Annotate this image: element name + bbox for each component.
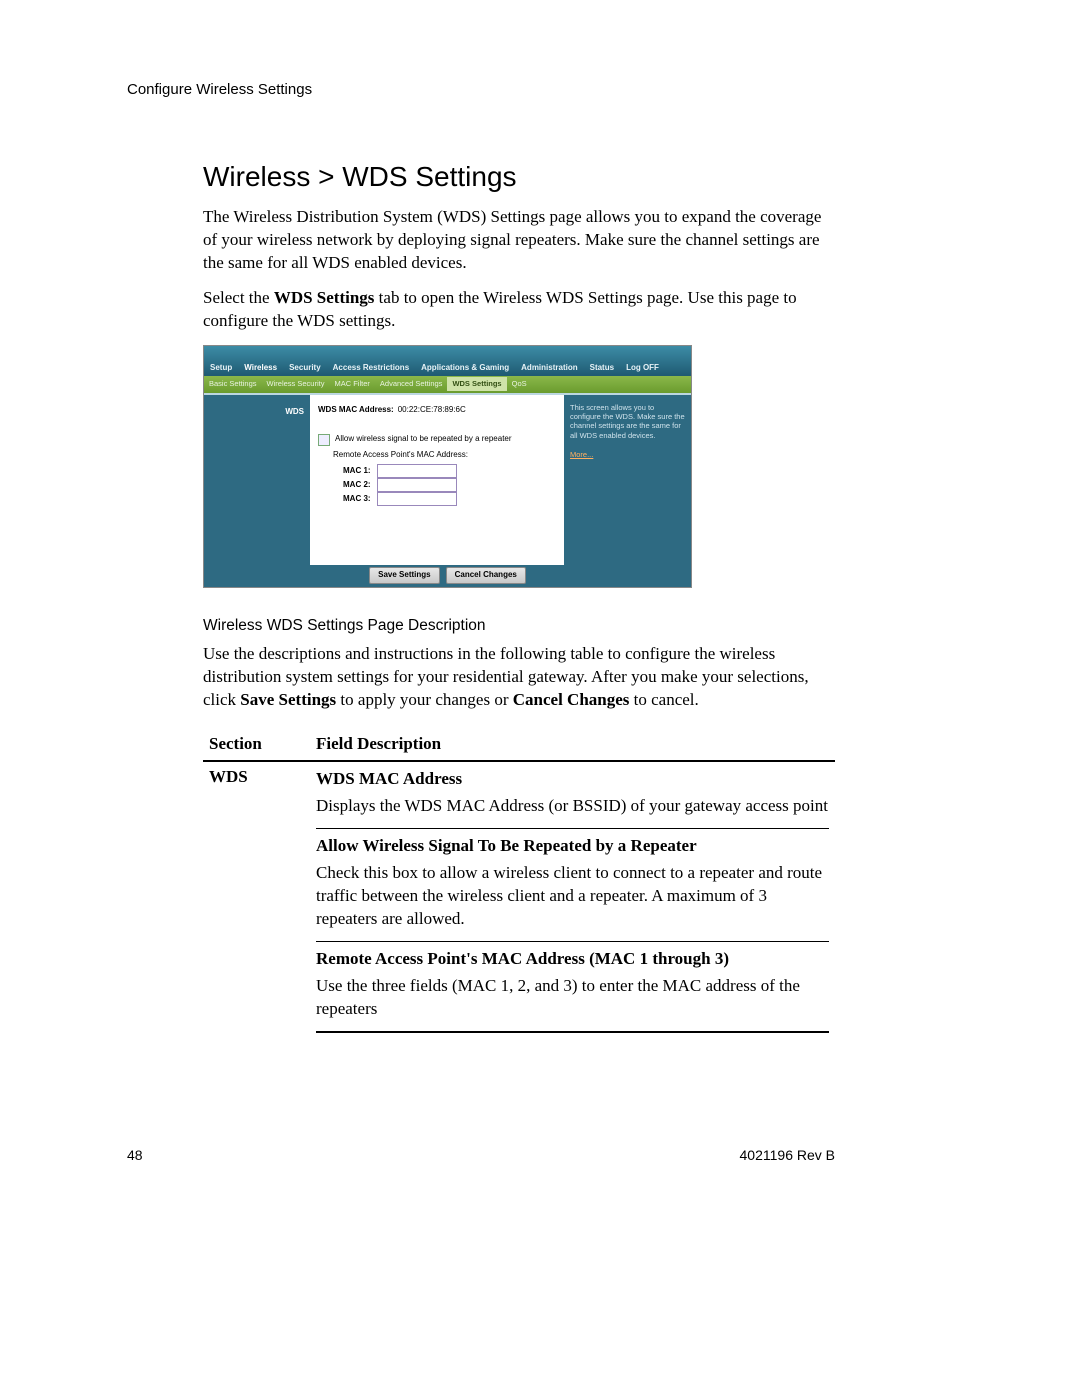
subtab-qos[interactable]: QoS	[507, 379, 532, 389]
subtab-wds-settings[interactable]: WDS Settings	[447, 377, 506, 391]
help-more-link[interactable]: More...	[570, 450, 593, 459]
tab-security[interactable]: Security	[283, 359, 327, 376]
intro2-bold: WDS Settings	[274, 288, 375, 307]
field-title-2: Allow Wireless Signal To Be Repeated by …	[316, 835, 829, 858]
remote-ap-label: Remote Access Point's MAC Address:	[333, 450, 468, 461]
field-text-3: Use the three fields (MAC 1, 2, and 3) t…	[316, 975, 829, 1021]
footer-page-number: 48	[127, 1146, 143, 1165]
router-button-bar: Save Settings Cancel Changes	[204, 565, 691, 587]
footer-revision: 4021196 Rev B	[740, 1146, 835, 1165]
intro-paragraph-1: The Wireless Distribution System (WDS) S…	[203, 206, 835, 275]
field-wds-mac-address: WDS MAC Address Displays the WDS MAC Add…	[316, 762, 829, 829]
wds-mac-value: 00:22:CE:78:89:6C	[398, 405, 466, 416]
field-description-table: Section Field Description WDS WDS MAC Ad…	[203, 729, 835, 1032]
field-title-3: Remote Access Point's MAC Address (MAC 1…	[316, 948, 829, 971]
router-sub-tabs: Basic Settings Wireless Security MAC Fil…	[204, 376, 691, 393]
tab-access-restrictions[interactable]: Access Restrictions	[327, 359, 415, 376]
wds-mac-label: WDS MAC Address:	[318, 405, 394, 416]
cancel-changes-button[interactable]: Cancel Changes	[446, 567, 526, 584]
table-header-section: Section	[203, 729, 310, 761]
intro2-prefix: Select the	[203, 288, 274, 307]
page-description-subhead: Wireless WDS Settings Page Description	[203, 616, 835, 637]
intro-paragraph-2: Select the WDS Settings tab to open the …	[203, 287, 835, 333]
field-allow-wireless-repeat: Allow Wireless Signal To Be Repeated by …	[316, 829, 829, 942]
page-description-paragraph: Use the descriptions and instructions in…	[203, 643, 835, 712]
tab-logoff[interactable]: Log OFF	[620, 359, 665, 376]
help-text: This screen allows you to configure the …	[570, 403, 685, 440]
tab-administration[interactable]: Administration	[515, 359, 583, 376]
router-left-label: WDS	[204, 395, 310, 565]
table-header-field-description: Field Description	[310, 729, 835, 761]
mac1-input[interactable]	[377, 464, 457, 478]
save-settings-button[interactable]: Save Settings	[369, 567, 439, 584]
subtab-advanced-settings[interactable]: Advanced Settings	[375, 379, 448, 389]
subtab-basic-settings[interactable]: Basic Settings	[204, 379, 262, 389]
tab-wireless[interactable]: Wireless	[238, 359, 283, 376]
router-form-area: WDS MAC Address: 00:22:CE:78:89:6C Allow…	[310, 395, 564, 565]
field-title-1: WDS MAC Address	[316, 768, 829, 791]
desc-save-bold: Save Settings	[240, 690, 336, 709]
mac2-input[interactable]	[377, 478, 457, 492]
tab-setup[interactable]: Setup	[204, 359, 238, 376]
mac2-label: MAC 2:	[343, 480, 371, 491]
allow-repeat-label: Allow wireless signal to be repeated by …	[335, 434, 512, 445]
router-screenshot: Setup Wireless Security Access Restricti…	[203, 345, 692, 588]
desc-cancel-bold: Cancel Changes	[513, 690, 630, 709]
subtab-wireless-security[interactable]: Wireless Security	[262, 379, 330, 389]
allow-repeat-checkbox[interactable]	[318, 434, 330, 446]
router-main-tabs: Setup Wireless Security Access Restricti…	[204, 346, 691, 376]
mac1-label: MAC 1:	[343, 466, 371, 477]
page-title: Wireless > WDS Settings	[203, 158, 835, 196]
field-remote-ap-mac: Remote Access Point's MAC Address (MAC 1…	[316, 942, 829, 1033]
mac3-input[interactable]	[377, 492, 457, 506]
router-help-panel: This screen allows you to configure the …	[564, 395, 691, 565]
running-header: Configure Wireless Settings	[127, 80, 835, 100]
desc-suffix: to cancel.	[629, 690, 698, 709]
desc-mid: to apply your changes or	[336, 690, 513, 709]
mac3-label: MAC 3:	[343, 494, 371, 505]
tab-applications-gaming[interactable]: Applications & Gaming	[415, 359, 515, 376]
subtab-mac-filter[interactable]: MAC Filter	[329, 379, 374, 389]
field-text-2: Check this box to allow a wireless clien…	[316, 862, 829, 931]
page-footer: 48 4021196 Rev B	[127, 1146, 835, 1165]
table-section-wds: WDS	[203, 761, 310, 1032]
tab-status[interactable]: Status	[584, 359, 620, 376]
field-text-1: Displays the WDS MAC Address (or BSSID) …	[316, 795, 829, 818]
